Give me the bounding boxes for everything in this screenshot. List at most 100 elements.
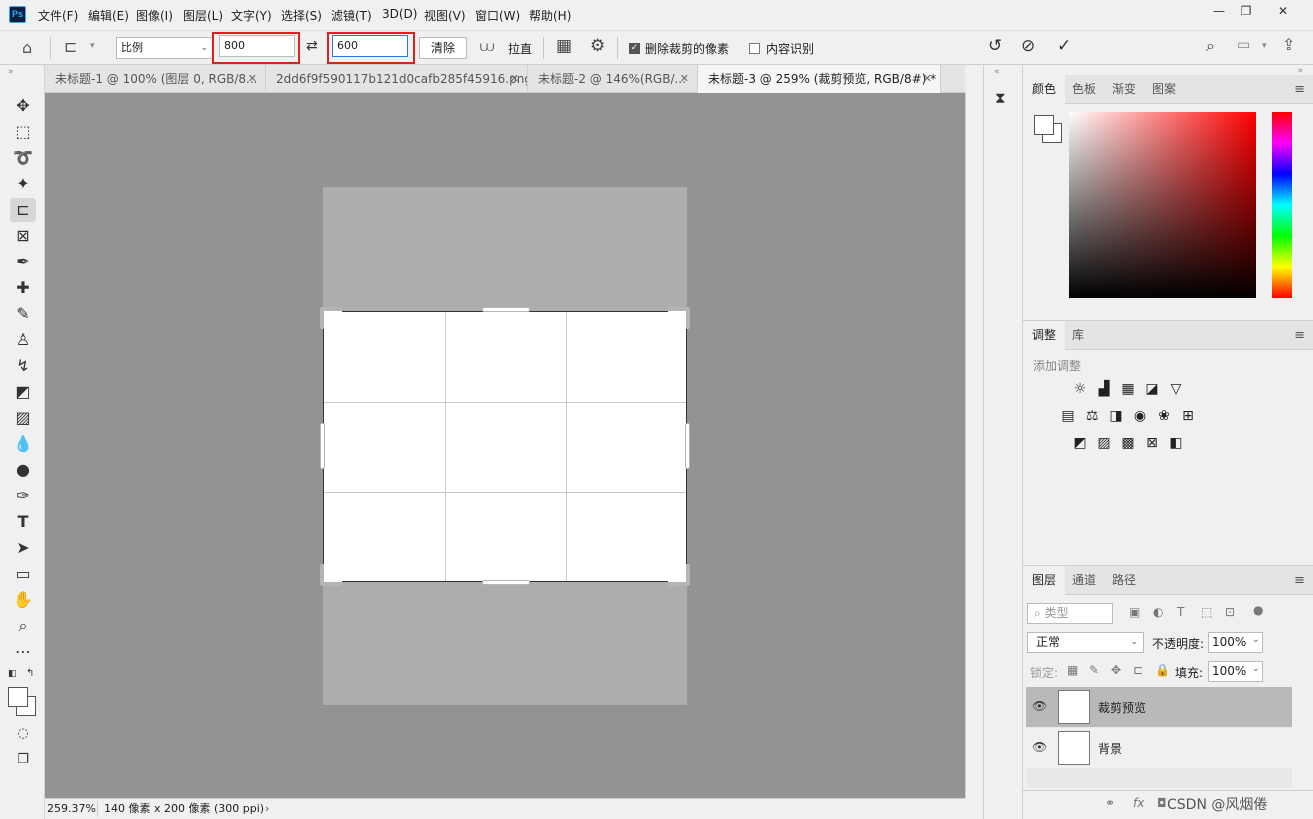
close-icon[interactable]: ✕ bbox=[248, 65, 257, 93]
menu-view[interactable]: 视图(V) bbox=[424, 7, 466, 24]
foreground-color-swatch[interactable] bbox=[8, 687, 28, 707]
search-icon[interactable]: ⌕ bbox=[1206, 36, 1215, 56]
channel-mixer-icon[interactable]: ❀ bbox=[1155, 407, 1173, 425]
filter-shape-icon[interactable]: ⬚ bbox=[1201, 605, 1212, 619]
tab-png-file[interactable]: 2dd6f9f590117b121d0cafb285f45916.png ✕ bbox=[266, 65, 528, 93]
swap-icon[interactable]: ⇄ bbox=[306, 38, 318, 54]
chevron-right-icon[interactable]: › bbox=[265, 799, 269, 818]
crop-handle-bottom-left[interactable] bbox=[320, 564, 342, 586]
tab-channels[interactable]: 通道 bbox=[1063, 566, 1105, 595]
filter-type-icon[interactable]: T bbox=[1177, 605, 1184, 619]
tab-libraries[interactable]: 库 bbox=[1063, 321, 1093, 350]
marquee-tool-icon[interactable]: ⬚ bbox=[10, 120, 36, 144]
share-icon[interactable]: ⇪ bbox=[1282, 35, 1295, 54]
panel-menu-icon[interactable]: ≡ bbox=[1294, 328, 1305, 343]
brightness-icon[interactable]: ☼ bbox=[1071, 380, 1089, 398]
crop-handle-top[interactable] bbox=[482, 307, 530, 312]
filter-toggle-icon[interactable]: ● bbox=[1253, 603, 1263, 617]
history-brush-tool-icon[interactable]: ↯ bbox=[10, 354, 36, 378]
layer-row-crop-preview[interactable]: 👁 裁剪预览 bbox=[1026, 687, 1292, 727]
straighten-icon[interactable]: ⩊ bbox=[480, 39, 494, 55]
layer-name[interactable]: 裁剪预览 bbox=[1098, 699, 1146, 716]
tab-layers[interactable]: 图层 bbox=[1023, 566, 1066, 595]
crop-handle-bottom[interactable] bbox=[482, 580, 530, 585]
magic-wand-tool-icon[interactable]: ✦ bbox=[10, 172, 36, 196]
reset-icon[interactable]: ↺ bbox=[988, 36, 1002, 56]
rectangle-tool-icon[interactable]: ▭ bbox=[10, 562, 36, 586]
tab-gradients[interactable]: 渐变 bbox=[1103, 75, 1145, 104]
eye-icon[interactable]: 👁 bbox=[1032, 699, 1047, 713]
menu-type[interactable]: 文字(Y) bbox=[231, 7, 272, 24]
exposure-icon[interactable]: ◪ bbox=[1143, 380, 1161, 398]
collapse-icon[interactable]: » bbox=[8, 67, 14, 77]
menu-3d[interactable]: 3D(D) bbox=[382, 7, 417, 21]
dodge-tool-icon[interactable]: ● bbox=[10, 458, 36, 482]
threshold-icon[interactable]: ▩ bbox=[1119, 434, 1137, 452]
lock-transparent-icon[interactable]: ▦ bbox=[1067, 663, 1078, 677]
color-field[interactable] bbox=[1069, 112, 1256, 298]
cancel-icon[interactable]: ⊘ bbox=[1021, 36, 1035, 56]
frame-tool-icon[interactable]: ⊠ bbox=[10, 224, 36, 248]
vibrance-icon[interactable]: ▽ bbox=[1167, 380, 1185, 398]
home-icon[interactable]: ⌂ bbox=[22, 38, 32, 57]
move-tool-icon[interactable]: ✥ bbox=[10, 94, 36, 118]
restore-icon[interactable]: ❐ bbox=[1233, 2, 1259, 20]
layer-row-background[interactable]: 👁 背景 bbox=[1026, 728, 1292, 768]
straighten-label[interactable]: 拉直 bbox=[508, 40, 532, 57]
blur-tool-icon[interactable]: 💧 bbox=[10, 432, 36, 456]
commit-check-icon[interactable]: ✓ bbox=[1057, 36, 1071, 56]
canvas-area[interactable] bbox=[45, 93, 965, 798]
delete-cropped-label[interactable]: 删除裁剪的像素 bbox=[645, 40, 729, 57]
swap-colors-icon[interactable]: ↰ bbox=[26, 668, 34, 679]
brush-tool-icon[interactable]: ✎ bbox=[10, 302, 36, 326]
zoom-level[interactable]: 259.37% bbox=[47, 799, 96, 818]
hue-saturation-icon[interactable]: ▤ bbox=[1059, 407, 1077, 425]
width-input[interactable]: 800 bbox=[219, 35, 295, 57]
chevron-down-icon[interactable]: ▾ bbox=[90, 41, 95, 51]
default-colors-icon[interactable]: ◧ bbox=[8, 669, 17, 679]
eyedropper-tool-icon[interactable]: ✒ bbox=[10, 250, 36, 274]
tab-swatches[interactable]: 色板 bbox=[1063, 75, 1105, 104]
tab-untitled-3[interactable]: 未标题-3 @ 259% (裁剪预览, RGB/8#) * ✕ bbox=[698, 65, 941, 93]
collapse-icon[interactable]: « bbox=[994, 67, 1000, 77]
crop-handle-bottom-right[interactable] bbox=[668, 564, 690, 586]
lock-position-icon[interactable]: ✥ bbox=[1111, 663, 1121, 677]
close-icon[interactable]: ✕ bbox=[680, 65, 689, 93]
panel-menu-icon[interactable]: ≡ bbox=[1294, 573, 1305, 588]
type-tool-icon[interactable]: T bbox=[10, 510, 36, 534]
path-select-tool-icon[interactable]: ➤ bbox=[10, 536, 36, 560]
blend-mode-select[interactable]: 正常 ⌄ bbox=[1027, 632, 1144, 653]
posterize-icon[interactable]: ▨ bbox=[1095, 434, 1113, 452]
crop-preset-icon[interactable]: ⊏ bbox=[64, 37, 77, 56]
crop-box[interactable] bbox=[323, 311, 687, 582]
foreground-color-swatch[interactable] bbox=[1034, 115, 1054, 135]
hand-tool-icon[interactable]: ✋ bbox=[10, 588, 36, 612]
vertical-scrollbar[interactable] bbox=[965, 93, 983, 798]
curves-icon[interactable]: ▦ bbox=[1119, 380, 1137, 398]
layer-name[interactable]: 背景 bbox=[1098, 740, 1122, 757]
grid-overlay-icon[interactable]: ▦ bbox=[556, 36, 572, 56]
gradient-map-icon[interactable]: ◧ bbox=[1167, 434, 1185, 452]
lock-image-icon[interactable]: ✎ bbox=[1089, 663, 1099, 677]
more-tools-icon[interactable]: ⋯ bbox=[10, 640, 36, 664]
eye-icon[interactable]: 👁 bbox=[1032, 740, 1047, 754]
color-lookup-icon[interactable]: ⊞ bbox=[1179, 407, 1197, 425]
gear-icon[interactable]: ⚙ bbox=[590, 36, 605, 56]
tab-adjustments[interactable]: 调整 bbox=[1023, 321, 1066, 350]
gradient-tool-icon[interactable]: ▨ bbox=[10, 406, 36, 430]
filter-adjustment-icon[interactable]: ◐ bbox=[1153, 605, 1163, 619]
panel-menu-icon[interactable]: ≡ bbox=[1294, 82, 1305, 97]
ratio-select[interactable]: 比例 ⌄ bbox=[116, 37, 214, 59]
chevron-down-icon[interactable]: ⌄ bbox=[1252, 635, 1260, 645]
lasso-tool-icon[interactable]: ➰ bbox=[10, 146, 36, 170]
menu-window[interactable]: 窗口(W) bbox=[475, 7, 520, 24]
tab-paths[interactable]: 路径 bbox=[1103, 566, 1145, 595]
crop-tool-icon[interactable]: ⊏ bbox=[10, 198, 36, 222]
chevron-down-icon[interactable]: ⌄ bbox=[1252, 664, 1260, 674]
history-icon[interactable]: ⧗ bbox=[995, 89, 1006, 107]
levels-icon[interactable]: ▟ bbox=[1095, 380, 1113, 398]
height-input[interactable]: 600 bbox=[332, 35, 408, 57]
content-aware-label[interactable]: 内容识别 bbox=[766, 40, 814, 57]
crop-handle-top-right[interactable] bbox=[668, 307, 690, 329]
lock-all-icon[interactable]: 🔒 bbox=[1155, 663, 1170, 677]
